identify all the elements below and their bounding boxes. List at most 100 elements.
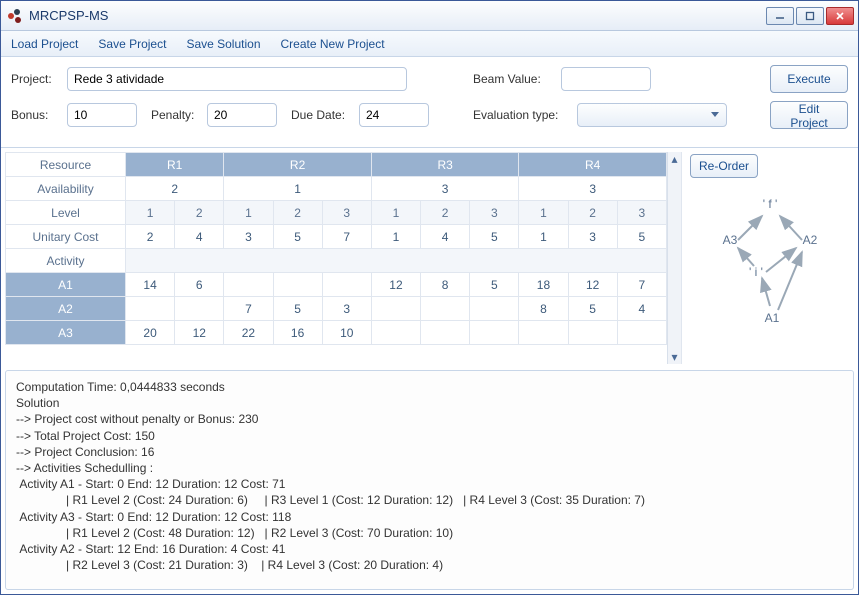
level-cell[interactable]: 1 [224,201,273,225]
a3-cell[interactable] [421,321,470,345]
graph-panel: Re-Order ' f ' [684,152,854,364]
ucost-cell[interactable]: 2 [126,225,175,249]
ucost-cell[interactable]: 1 [519,225,568,249]
level-cell[interactable]: 3 [470,201,519,225]
a2-cell[interactable]: 5 [273,297,322,321]
titlebar: MRCPSP-MS [1,1,858,31]
a3-cell[interactable]: 20 [126,321,175,345]
a2-cell[interactable] [175,297,224,321]
a3-cell[interactable] [470,321,519,345]
application-window: MRCPSP-MS Load Project Save Project Save… [0,0,859,595]
avail-r2[interactable]: 1 [224,177,372,201]
a3-cell[interactable]: 16 [273,321,322,345]
resource-table-container: Resource R1 R2 R3 R4 Availability 2 1 3 … [5,152,682,364]
level-cell[interactable]: 2 [421,201,470,225]
avail-r3[interactable]: 3 [371,177,519,201]
a3-cell[interactable]: 12 [175,321,224,345]
beam-value-label: Beam Value: [473,72,553,86]
ucost-cell[interactable]: 4 [421,225,470,249]
a3-cell[interactable] [568,321,617,345]
a2-cell[interactable] [126,297,175,321]
row-a3-label[interactable]: A3 [6,321,126,345]
avail-r4[interactable]: 3 [519,177,667,201]
ucost-cell[interactable]: 7 [322,225,371,249]
project-label: Project: [11,72,59,86]
eval-type-combo[interactable] [577,103,727,127]
a1-cell[interactable]: 6 [175,273,224,297]
beam-value-input[interactable] [561,67,651,91]
a2-cell[interactable]: 3 [322,297,371,321]
graph-node-a2: A2 [803,233,818,247]
level-cell[interactable]: 2 [568,201,617,225]
level-cell[interactable]: 1 [371,201,420,225]
ucost-cell[interactable]: 3 [568,225,617,249]
table-scrollbar[interactable]: ▴ ▾ [667,152,681,364]
row-a1-label[interactable]: A1 [6,273,126,297]
level-cell[interactable]: 2 [175,201,224,225]
execute-button[interactable]: Execute [770,65,848,93]
a2-cell[interactable] [470,297,519,321]
graph-node-a3: A3 [723,233,738,247]
a1-cell[interactable] [224,273,273,297]
a1-cell[interactable]: 8 [421,273,470,297]
a2-cell[interactable] [371,297,420,321]
a2-cell[interactable]: 8 [519,297,568,321]
a1-cell[interactable] [322,273,371,297]
ucost-cell[interactable]: 5 [470,225,519,249]
a1-cell[interactable]: 5 [470,273,519,297]
scroll-down-icon[interactable]: ▾ [668,350,681,364]
menu-save-solution[interactable]: Save Solution [176,31,270,56]
project-input[interactable] [67,67,407,91]
maximize-button[interactable] [796,7,824,25]
bonus-input[interactable] [67,103,137,127]
row-resource-label: Resource [6,153,126,177]
ucost-cell[interactable]: 5 [273,225,322,249]
avail-r1[interactable]: 2 [126,177,224,201]
close-button[interactable] [826,7,854,25]
reorder-button[interactable]: Re-Order [690,154,758,178]
menu-load-project[interactable]: Load Project [1,31,88,56]
penalty-input[interactable] [207,103,277,127]
a2-cell[interactable]: 4 [617,297,666,321]
a2-cell[interactable]: 5 [568,297,617,321]
col-r4[interactable]: R4 [519,153,667,177]
minimize-button[interactable] [766,7,794,25]
level-cell[interactable]: 1 [519,201,568,225]
col-r2[interactable]: R2 [224,153,372,177]
a1-cell[interactable] [273,273,322,297]
a1-cell[interactable]: 12 [568,273,617,297]
level-cell[interactable]: 3 [617,201,666,225]
row-a2-label[interactable]: A2 [6,297,126,321]
level-cell[interactable]: 1 [126,201,175,225]
level-cell[interactable]: 2 [273,201,322,225]
scroll-up-icon[interactable]: ▴ [668,152,681,166]
menu-create-new-project[interactable]: Create New Project [271,31,395,56]
edit-project-button[interactable]: Edit Project [770,101,848,129]
due-date-label: Due Date: [291,108,351,122]
col-r3[interactable]: R3 [371,153,519,177]
a3-cell[interactable]: 10 [322,321,371,345]
a2-cell[interactable] [421,297,470,321]
a3-cell[interactable] [519,321,568,345]
resource-table: Resource R1 R2 R3 R4 Availability 2 1 3 … [5,152,667,345]
level-cell[interactable]: 3 [322,201,371,225]
a3-cell[interactable]: 22 [224,321,273,345]
a1-cell[interactable]: 14 [126,273,175,297]
a3-cell[interactable] [371,321,420,345]
ucost-cell[interactable]: 5 [617,225,666,249]
ucost-cell[interactable]: 4 [175,225,224,249]
a1-cell[interactable]: 12 [371,273,420,297]
menu-save-project[interactable]: Save Project [88,31,176,56]
a3-cell[interactable] [617,321,666,345]
due-date-input[interactable] [359,103,429,127]
a2-cell[interactable]: 7 [224,297,273,321]
ucost-cell[interactable]: 1 [371,225,420,249]
a1-cell[interactable]: 7 [617,273,666,297]
a1-cell[interactable]: 18 [519,273,568,297]
row-level-label: Level [6,201,126,225]
graph-node-a1: A1 [765,311,780,325]
graph-node-i: ' i ' [749,265,763,279]
col-r1[interactable]: R1 [126,153,224,177]
ucost-cell[interactable]: 3 [224,225,273,249]
output-log[interactable]: Computation Time: 0,0444833 seconds Solu… [5,370,854,590]
